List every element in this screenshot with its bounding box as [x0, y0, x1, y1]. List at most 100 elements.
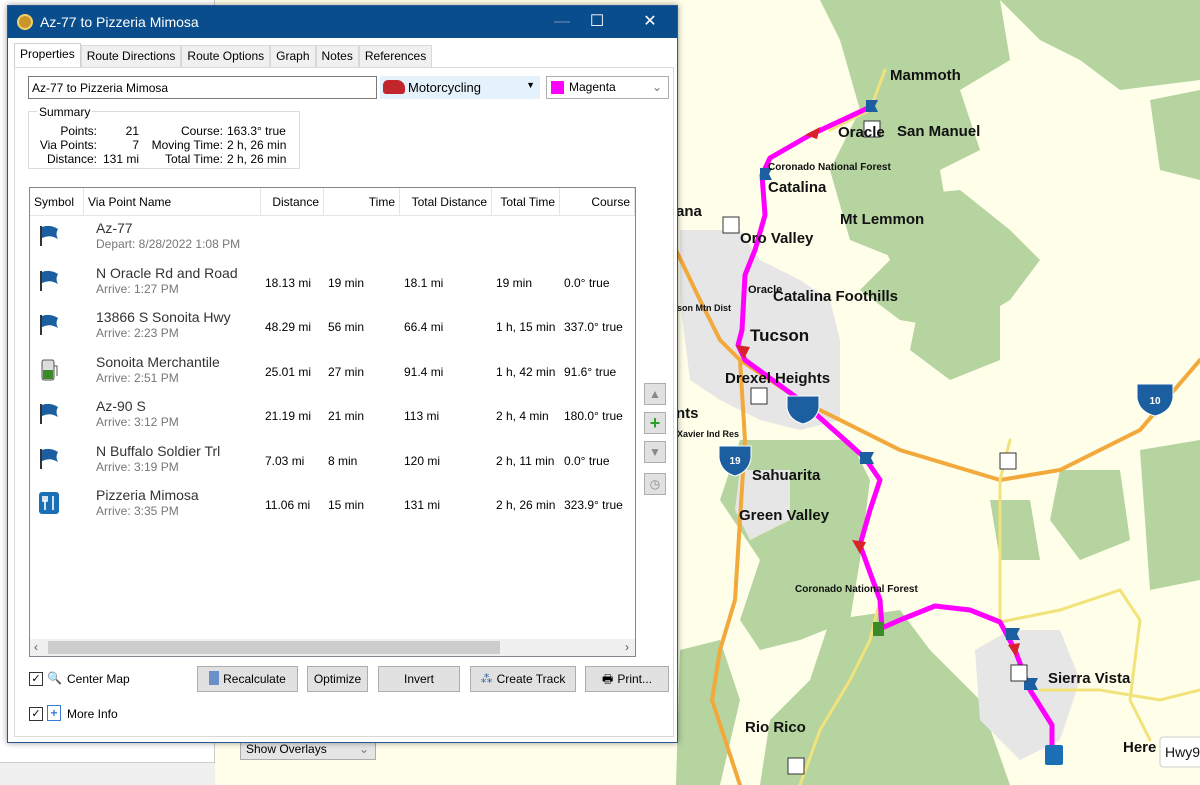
chevron-down-icon: ⌄	[358, 742, 369, 756]
center-map-checkbox[interactable]: ✓	[29, 672, 43, 686]
more-info-icon: +	[47, 705, 61, 721]
table-row[interactable]: N Oracle Rd and Road Arrive: 1:27 PM 18.1…	[30, 261, 635, 306]
move-down-button[interactable]: ▼	[644, 441, 666, 463]
distance-cell: 21.19 mi	[265, 409, 312, 423]
via-point-name-cell: Sonoita Merchantile Arrive: 2:51 PM	[84, 350, 261, 395]
col-course[interactable]: Course	[560, 188, 635, 216]
track-icon: ⁂	[480, 672, 493, 686]
tab-route-options[interactable]: Route Options	[181, 45, 271, 67]
restaurant-icon	[1045, 745, 1063, 765]
move-up-button[interactable]: ▲	[644, 383, 666, 405]
map-label: Oro Valley	[740, 230, 814, 247]
print-button[interactable]: 🖶 Print...	[585, 666, 669, 692]
table-row[interactable]: Az-90 S Arrive: 3:12 PM 21.19 mi 21 min 1…	[30, 394, 635, 439]
distance-label: Distance:	[46, 152, 97, 166]
distance-cell: 18.13 mi	[265, 275, 312, 290]
distance-value: 131 mi	[102, 152, 139, 166]
points-value: 21	[125, 124, 139, 138]
table-row[interactable]: Az-77 Depart: 8/28/2022 1:08 PM	[30, 216, 635, 261]
invert-button[interactable]: Invert	[378, 666, 460, 692]
via-point-name: Pizzeria Mimosa	[96, 487, 199, 503]
recalculate-label: Recalculate	[223, 672, 286, 686]
distance-cell: 25.01 mi	[265, 364, 312, 379]
map-label: San Manuel	[897, 123, 980, 140]
app-icon	[17, 14, 33, 30]
time-cell: 19 min	[328, 275, 365, 290]
center-map-label: Center Map	[67, 672, 130, 686]
maximize-button[interactable]: ☐	[574, 6, 620, 38]
tab-graph[interactable]: Graph	[270, 45, 316, 67]
via-point-name: 13866 S Sonoita Hwy	[96, 309, 231, 325]
course-cell	[560, 216, 635, 261]
map-label: ana	[676, 203, 703, 220]
via-point-time: Arrive: 2:23 PM	[96, 326, 179, 340]
time-cell: 8 min	[328, 453, 358, 468]
table-body: Az-77 Depart: 8/28/2022 1:08 PM N Oracle …	[30, 216, 635, 528]
map-label: Tucson	[750, 326, 809, 345]
calculator-icon	[209, 671, 220, 685]
table-row[interactable]: Pizzeria Mimosa Arrive: 3:35 PM 11.06 mi …	[30, 483, 635, 528]
col-total-time[interactable]: Total Time	[492, 188, 560, 216]
total-distance-cell: 131 mi	[404, 498, 441, 512]
via-point-time: Depart: 8/28/2022 1:08 PM	[96, 237, 241, 251]
summary-legend: Summary	[37, 105, 93, 119]
magnifier-icon: 🔍	[47, 671, 62, 685]
via-point-name-cell: Az-90 S Arrive: 3:12 PM	[84, 394, 261, 439]
course-value: 163.3° true	[227, 124, 286, 138]
optimize-button[interactable]: Optimize	[307, 666, 368, 692]
moving-time-value: 2 h, 26 min	[227, 138, 287, 152]
add-via-point-button[interactable]: +	[644, 412, 666, 434]
course-label: Course:	[180, 124, 223, 138]
symbol-cell	[30, 261, 84, 306]
close-button[interactable]: ✕	[627, 6, 673, 38]
tab-route-directions[interactable]: Route Directions	[80, 45, 182, 67]
course-cell: 323.9° true	[564, 498, 623, 512]
window-title: Az-77 to Pizzeria Mimosa	[40, 14, 199, 30]
scroll-left-icon[interactable]: ‹	[34, 640, 38, 654]
recalculate-button[interactable]: Recalculate	[197, 666, 298, 692]
map-label: Mt Lemmon	[840, 211, 924, 228]
col-symbol[interactable]: Symbol	[30, 188, 84, 216]
shield-i19: 19	[729, 456, 741, 467]
scroll-right-icon[interactable]: ›	[625, 640, 629, 654]
symbol-cell	[30, 394, 84, 439]
total-distance-cell: 120 mi	[404, 453, 441, 468]
scrollbar-thumb[interactable]	[48, 641, 500, 654]
col-time[interactable]: Time	[324, 188, 400, 216]
more-info-checkbox[interactable]: ✓	[29, 707, 43, 721]
map-label: Green Valley	[739, 507, 830, 524]
via-points-table: Symbol Via Point Name Distance Time Tota…	[29, 187, 636, 657]
create-track-button[interactable]: ⁂ Create Track	[470, 666, 576, 692]
distance-cell: 7.03 mi	[265, 453, 305, 468]
col-distance[interactable]: Distance	[261, 188, 324, 216]
route-name-input[interactable]	[28, 76, 377, 99]
color-value: Magenta	[569, 80, 616, 94]
time-cell: 21 min	[328, 409, 365, 423]
table-row[interactable]: N Buffalo Soldier Trl Arrive: 3:19 PM 7.0…	[30, 439, 635, 484]
tab-properties[interactable]: Properties	[14, 43, 81, 67]
via-point-name: N Buffalo Soldier Trl	[96, 442, 221, 459]
table-header: Symbol Via Point Name Distance Time Tota…	[30, 188, 635, 216]
via-point-name: Sonoita Merchantile	[96, 353, 220, 370]
via-point-time: Arrive: 3:19 PM	[96, 459, 179, 474]
tab-references[interactable]: References	[358, 45, 433, 67]
title-bar[interactable]: Az-77 to Pizzeria Mimosa — ☐ ✕	[8, 6, 677, 38]
map-label: son Mtn Dist	[677, 303, 731, 313]
more-info-label: More Info	[67, 707, 118, 721]
col-name[interactable]: Via Point Name	[84, 188, 261, 216]
color-dropdown[interactable]: Magenta ⌄	[546, 76, 669, 99]
clock-icon[interactable]: ◷	[644, 473, 666, 495]
total-time-cell: 2 h, 26 min	[496, 498, 556, 512]
create-track-label: Create Track	[496, 672, 566, 686]
total-time-cell: 1 h, 15 min	[496, 320, 556, 334]
activity-dropdown[interactable]: Motorcycling ▼	[380, 76, 540, 99]
total-distance-cell	[400, 216, 492, 261]
table-row[interactable]: 13866 S Sonoita Hwy Arrive: 2:23 PM 48.29…	[30, 305, 635, 350]
tab-notes[interactable]: Notes	[315, 45, 359, 67]
dropdown-arrow-icon: ▼	[526, 80, 535, 90]
via-point-time: Arrive: 1:27 PM	[96, 281, 179, 296]
horizontal-scrollbar[interactable]: ‹ ›	[30, 639, 635, 656]
via-point-time: Arrive: 3:35 PM	[96, 504, 179, 518]
table-row[interactable]: Sonoita Merchantile Arrive: 2:51 PM 25.01…	[30, 350, 635, 395]
col-total-distance[interactable]: Total Distance	[400, 188, 492, 216]
